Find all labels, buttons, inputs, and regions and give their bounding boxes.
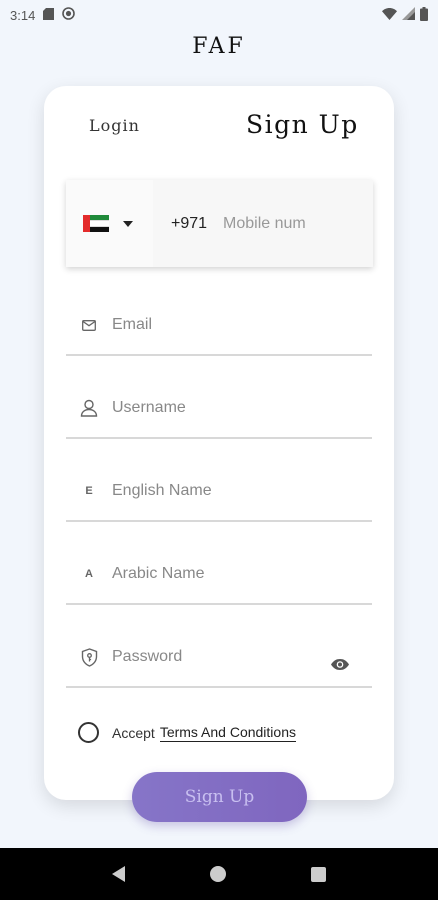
user-icon xyxy=(76,399,102,417)
english-name-input[interactable] xyxy=(112,482,332,500)
password-input[interactable] xyxy=(112,648,332,666)
email-input[interactable] xyxy=(112,316,332,334)
dropdown-caret-icon xyxy=(123,220,133,227)
signup-button[interactable]: Sign Up xyxy=(132,772,307,822)
arabic-name-input[interactable] xyxy=(112,565,332,583)
tab-login[interactable]: Login xyxy=(89,116,140,135)
recent-apps-icon[interactable] xyxy=(310,866,326,882)
dial-code: +971 xyxy=(171,214,208,232)
english-name-field: E xyxy=(66,462,372,522)
phone-input-group: +971 xyxy=(66,180,373,267)
shield-key-icon xyxy=(76,647,102,667)
username-input[interactable] xyxy=(112,399,332,417)
status-time: 3:14 xyxy=(10,7,36,23)
mobile-number-input[interactable] xyxy=(223,214,344,233)
letter-e-icon: E xyxy=(85,485,93,497)
back-icon[interactable] xyxy=(112,866,126,882)
app-title: FAF xyxy=(192,34,246,59)
terms-link[interactable]: Terms And Conditions xyxy=(159,724,296,742)
terms-row: Accept Terms And Conditions xyxy=(78,722,296,743)
wifi-icon xyxy=(382,7,397,23)
home-icon[interactable] xyxy=(209,866,226,882)
accept-label: Accept xyxy=(112,724,155,741)
email-field xyxy=(66,296,372,356)
accept-terms-radio[interactable] xyxy=(78,722,99,743)
signal-icon xyxy=(402,7,415,23)
tab-signup[interactable]: Sign Up xyxy=(246,110,359,139)
mail-icon xyxy=(76,319,102,331)
password-field xyxy=(66,628,372,688)
sd-card-icon xyxy=(43,7,55,23)
eye-icon[interactable] xyxy=(330,658,350,676)
arabic-name-field: A xyxy=(66,545,372,605)
username-field xyxy=(66,379,372,439)
signup-card: Login Sign Up +971 Mobile num Email User… xyxy=(44,86,394,800)
battery-icon xyxy=(420,6,428,24)
country-picker[interactable] xyxy=(66,180,153,267)
status-bar: 3:14 xyxy=(0,0,438,30)
uae-flag-icon xyxy=(83,215,109,232)
letter-a-icon: A xyxy=(85,568,93,580)
do-not-disturb-icon xyxy=(62,7,76,23)
system-nav-bar xyxy=(0,848,438,900)
